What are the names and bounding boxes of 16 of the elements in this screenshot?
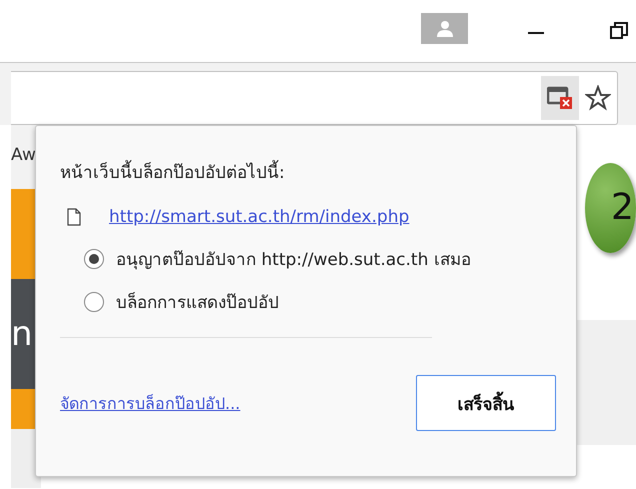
manage-popup-blocking-link[interactable]: จัดการการบล็อกป๊อปอัป... — [60, 390, 240, 416]
blocked-popup-link[interactable]: http://smart.sut.ac.th/rm/index.php — [109, 207, 410, 227]
radio-button[interactable] — [84, 248, 104, 268]
restore-icon[interactable] — [610, 22, 628, 40]
bookmark-star-icon[interactable] — [585, 85, 611, 111]
step-badge: 2 — [585, 163, 636, 253]
page-text: Aw — [11, 145, 36, 165]
radio-label[interactable]: บล็อกการแสดงป๊อปอัป — [116, 288, 279, 315]
radio-button[interactable] — [84, 292, 104, 312]
page-icon — [67, 208, 81, 226]
page-text: n — [11, 314, 33, 354]
popup-blocked-icon[interactable] — [541, 76, 579, 120]
dialog-message: หน้าเว็บนี้บล็อกป๊อปอัปต่อไปนี้: — [60, 158, 552, 185]
done-button[interactable]: เสร็จสิ้น — [416, 375, 556, 431]
radio-label[interactable]: อนุญาตป๊อปอัปจาก http://web.sut.ac.th เสมอ — [116, 245, 471, 272]
minimize-icon[interactable] — [528, 31, 544, 35]
